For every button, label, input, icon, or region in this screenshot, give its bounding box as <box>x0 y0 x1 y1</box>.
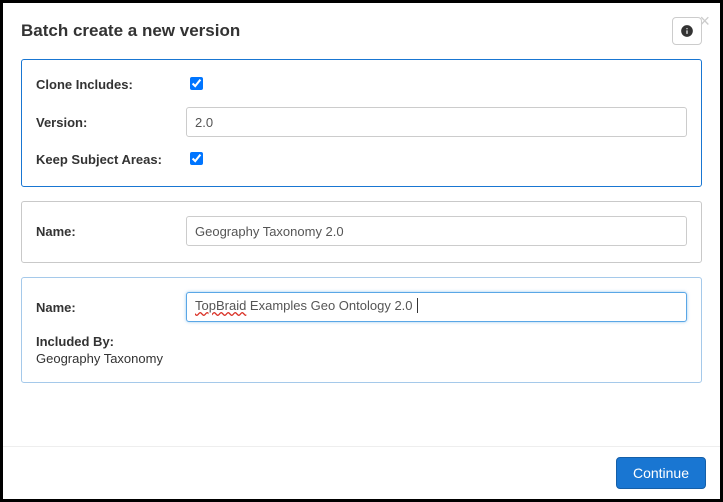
input-version[interactable] <box>186 107 687 137</box>
modal-title: Batch create a new version <box>21 21 240 41</box>
row-clone-includes: Clone Includes: <box>36 74 687 95</box>
included-by-block: Included By: Geography Taxonomy <box>36 334 687 366</box>
row-keep-subject-areas: Keep Subject Areas: <box>36 149 687 170</box>
name-panel-2: Name: TopBraid Examples Geo Ontology 2.0… <box>21 277 702 383</box>
label-name-2: Name: <box>36 300 186 315</box>
settings-panel: Clone Includes: Version: Keep Subject Ar… <box>21 59 702 187</box>
info-icon <box>680 24 694 38</box>
label-included-by: Included By: <box>36 334 687 349</box>
modal-body: Clone Includes: Version: Keep Subject Ar… <box>3 55 720 413</box>
label-name-1: Name: <box>36 224 186 239</box>
continue-button[interactable]: Continue <box>616 457 706 489</box>
modal-dialog: × Batch create a new version Clone Inclu… <box>0 0 723 502</box>
input-name-2[interactable] <box>186 292 687 322</box>
modal-footer: Continue <box>3 446 720 499</box>
label-keep-subject-areas: Keep Subject Areas: <box>36 152 186 167</box>
checkbox-keep-subject-areas[interactable] <box>190 152 203 165</box>
modal-header: Batch create a new version <box>3 3 720 55</box>
row-name-1: Name: <box>36 216 687 246</box>
row-name-2: Name: TopBraid Examples Geo Ontology 2.0 <box>36 292 687 322</box>
value-included-by: Geography Taxonomy <box>36 351 687 366</box>
row-version: Version: <box>36 107 687 137</box>
checkbox-clone-includes[interactable] <box>190 77 203 90</box>
input-name-1[interactable] <box>186 216 687 246</box>
close-icon[interactable]: × <box>699 11 710 32</box>
label-clone-includes: Clone Includes: <box>36 77 186 92</box>
name-panel-1: Name: <box>21 201 702 263</box>
info-button[interactable] <box>672 17 702 45</box>
label-version: Version: <box>36 115 186 130</box>
